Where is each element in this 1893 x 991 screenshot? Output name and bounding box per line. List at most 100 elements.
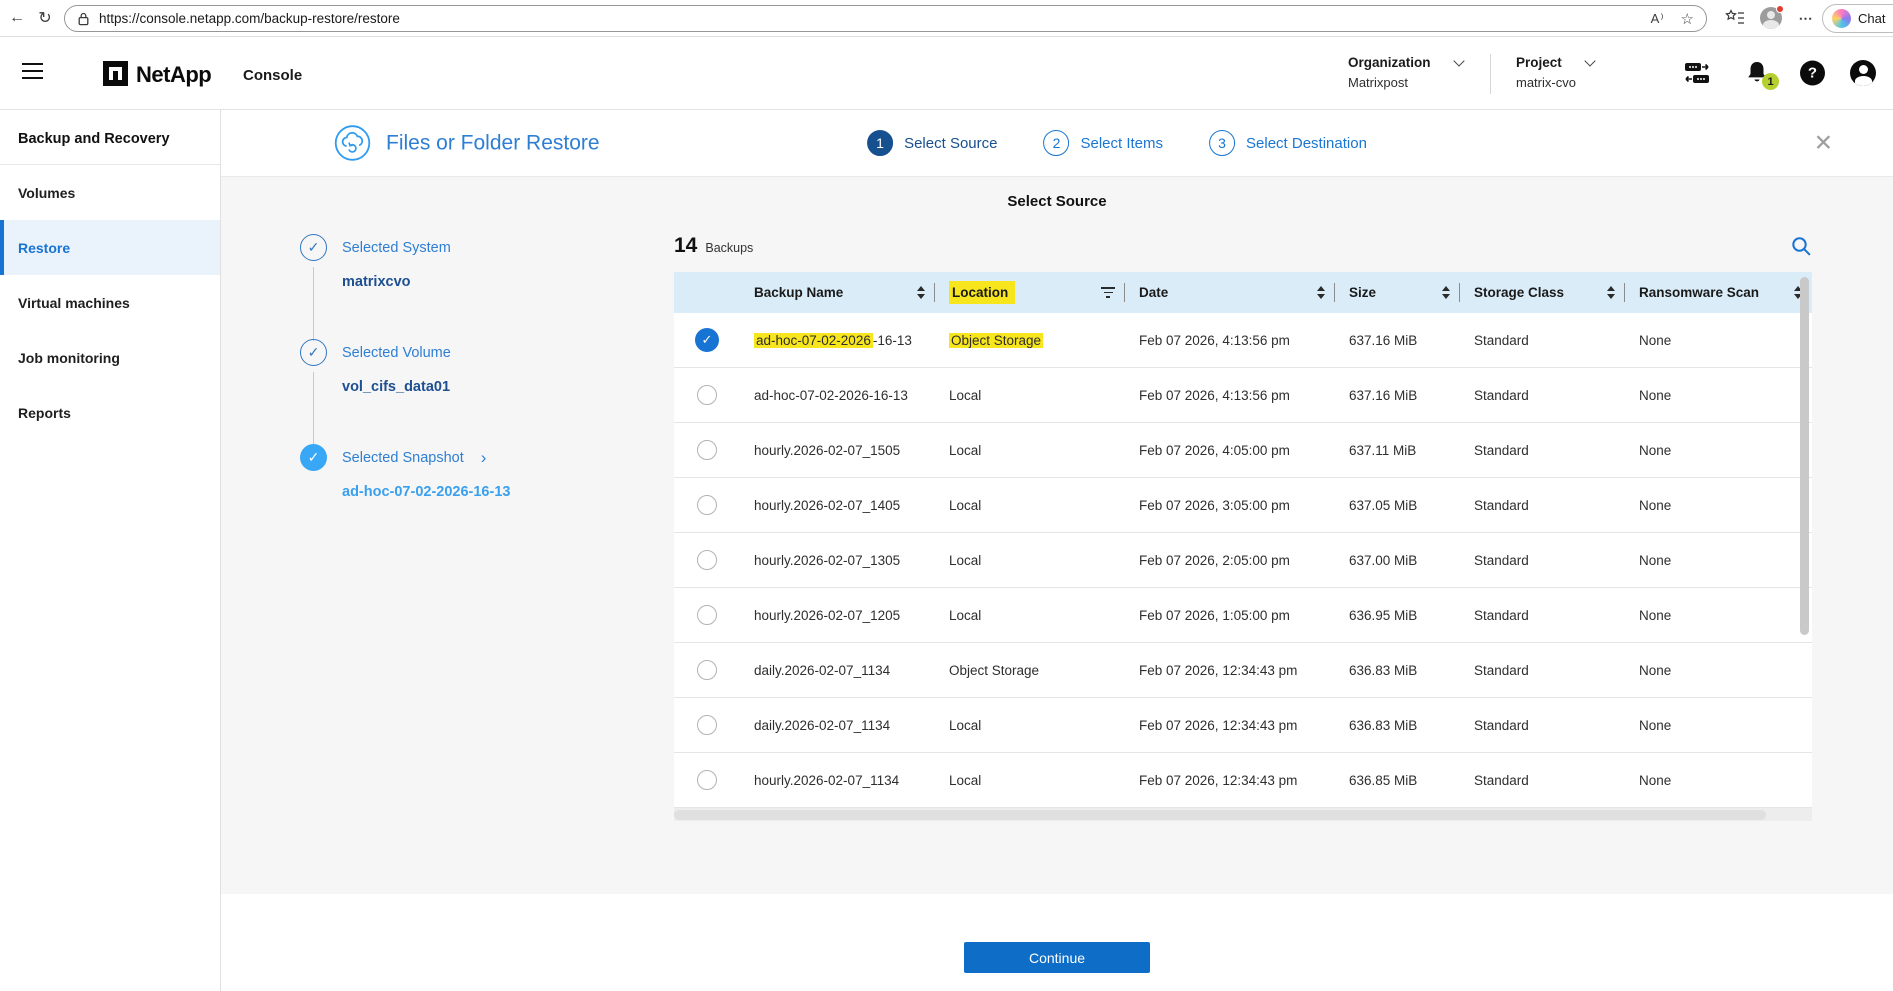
hamburger-menu-icon[interactable] xyxy=(22,63,43,84)
favorites-hub-icon[interactable] xyxy=(1722,0,1748,36)
radio-unselected-icon[interactable] xyxy=(697,715,717,735)
section-title: Select Source xyxy=(221,177,1893,210)
address-bar[interactable]: https://console.netapp.com/backup-restor… xyxy=(64,5,1707,32)
cell-backup-name: hourly.2026-02-07_1305 xyxy=(740,553,935,568)
chevron-down-icon[interactable] xyxy=(1584,55,1595,66)
summary-item-selected-volume: ✓Selected Volumevol_cifs_data01 xyxy=(300,339,674,395)
cell-backup-name: daily.2026-02-07_1134 xyxy=(740,718,935,733)
cell-select xyxy=(674,715,740,735)
sidebar-item-volumes[interactable]: Volumes xyxy=(0,165,220,220)
sidebar-item-virtual-machines[interactable]: Virtual machines xyxy=(0,275,220,330)
browser-menu-icon[interactable]: ⋯ xyxy=(1792,0,1820,36)
project-value: matrix-cvo xyxy=(1516,75,1594,90)
backups-header: 14 Backups xyxy=(674,234,1812,258)
check-circle-icon: ✓ xyxy=(300,444,327,471)
organization-selector[interactable]: Organization Matrixpost xyxy=(1348,55,1463,90)
radio-unselected-icon[interactable] xyxy=(697,440,717,460)
column-header-location[interactable]: Location xyxy=(935,272,1125,313)
table-row[interactable]: ad-hoc-07-02-2026-16-13LocalFeb 07 2026,… xyxy=(674,368,1812,423)
column-label: Date xyxy=(1139,285,1168,300)
sort-icon[interactable] xyxy=(917,286,925,299)
table-row[interactable]: hourly.2026-02-07_1405LocalFeb 07 2026, … xyxy=(674,478,1812,533)
wizard-step-select-items[interactable]: 2Select Items xyxy=(1043,130,1163,156)
continue-button[interactable]: Continue xyxy=(964,942,1150,973)
read-aloud-icon[interactable]: A⁾ xyxy=(1651,11,1665,27)
browser-back-icon[interactable]: ← xyxy=(2,0,32,36)
column-header-date[interactable]: Date xyxy=(1125,272,1335,313)
wizard-step-select-destination[interactable]: 3Select Destination xyxy=(1209,130,1367,156)
cell-backup-name: hourly.2026-02-07_1405 xyxy=(740,498,935,513)
cell-storage-class: Standard xyxy=(1460,388,1625,403)
column-header-size[interactable]: Size xyxy=(1335,272,1460,313)
browser-profile-avatar[interactable] xyxy=(1757,0,1785,36)
radio-unselected-icon[interactable] xyxy=(697,550,717,570)
cell-location: Local xyxy=(935,443,1125,458)
cell-size: 637.16 MiB xyxy=(1335,333,1460,348)
sidebar: Backup and Recovery VolumesRestoreVirtua… xyxy=(0,110,221,991)
help-icon[interactable]: ? xyxy=(1800,61,1825,86)
cell-ransomware-scan: None xyxy=(1625,773,1812,788)
summary-value: ad-hoc-07-02-2026-16-13 xyxy=(342,484,674,500)
radio-selected-icon[interactable]: ✓ xyxy=(695,328,719,352)
cell-location: Object Storage xyxy=(935,333,1125,348)
search-icon[interactable] xyxy=(1790,235,1812,257)
cell-backup-name: hourly.2026-02-07_1505 xyxy=(740,443,935,458)
organization-label: Organization xyxy=(1348,55,1431,70)
copilot-button[interactable]: Chat xyxy=(1822,4,1893,33)
favorite-star-icon[interactable]: ☆ xyxy=(1681,10,1694,28)
table-row[interactable]: hourly.2026-02-07_1205LocalFeb 07 2026, … xyxy=(674,588,1812,643)
cell-select xyxy=(674,770,740,790)
browser-refresh-icon[interactable]: ↻ xyxy=(30,0,60,36)
column-header-ransomware-scan[interactable]: Ransomware Scan xyxy=(1625,272,1812,313)
cloud-restore-icon xyxy=(334,125,371,162)
close-icon[interactable]: ✕ xyxy=(1814,130,1833,157)
sidebar-item-job-monitoring[interactable]: Job monitoring xyxy=(0,330,220,385)
cell-select xyxy=(674,550,740,570)
lock-icon xyxy=(77,12,90,26)
summary-item-selected-snapshot: ✓ Selected Snapshot › ad-hoc-07-02-2026-16-… xyxy=(300,444,674,500)
wizard-steps: 1Select Source 2Select Items 3Select Desti… xyxy=(867,130,1367,156)
cell-storage-class: Standard xyxy=(1460,663,1625,678)
radio-unselected-icon[interactable] xyxy=(697,385,717,405)
account-icon[interactable] xyxy=(1850,60,1876,86)
chevron-down-icon[interactable] xyxy=(1453,55,1464,66)
sort-icon[interactable] xyxy=(1442,286,1450,299)
table-header-row: Backup NameLocation Date SizeStorage Class… xyxy=(674,272,1812,313)
table-row[interactable]: daily.2026-02-07_1134LocalFeb 07 2026, 1… xyxy=(674,698,1812,753)
table-row[interactable]: hourly.2026-02-07_1305LocalFeb 07 2026, … xyxy=(674,533,1812,588)
summary-label[interactable]: Selected Snapshot xyxy=(342,450,464,466)
project-selector[interactable]: Project matrix-cvo xyxy=(1516,55,1594,90)
radio-unselected-icon[interactable] xyxy=(697,605,717,625)
table-row[interactable]: daily.2026-02-07_1134Object StorageFeb 0… xyxy=(674,643,1812,698)
table-row[interactable]: ✓ad-hoc-07-02-2026-16-13Object StorageFe… xyxy=(674,313,1812,368)
table-row[interactable]: hourly.2026-02-07_1505LocalFeb 07 2026, … xyxy=(674,423,1812,478)
column-header-backup-name[interactable]: Backup Name xyxy=(740,272,935,313)
sidebar-title: Backup and Recovery xyxy=(0,110,220,165)
table-horizontal-scrollbar[interactable] xyxy=(674,808,1812,821)
filter-icon[interactable] xyxy=(1101,287,1115,298)
cell-storage-class: Standard xyxy=(1460,498,1625,513)
radio-unselected-icon[interactable] xyxy=(697,495,717,515)
radio-unselected-icon[interactable] xyxy=(697,770,717,790)
chevron-right-icon: › xyxy=(481,448,487,468)
table-row[interactable]: hourly.2026-02-07_1134LocalFeb 07 2026, … xyxy=(674,753,1812,808)
radio-unselected-icon[interactable] xyxy=(697,660,717,680)
connector-line xyxy=(313,372,314,446)
column-header-storage-class[interactable]: Storage Class xyxy=(1460,272,1625,313)
summary-label: Selected Volume xyxy=(342,345,451,361)
header-divider xyxy=(1490,54,1491,94)
wizard-step-select-source[interactable]: 1Select Source xyxy=(867,130,997,156)
sidebar-item-restore[interactable]: Restore xyxy=(0,220,220,275)
notifications-bell-icon[interactable]: 1 xyxy=(1745,60,1769,86)
check-circle-icon: ✓ xyxy=(300,234,327,261)
sort-icon[interactable] xyxy=(1607,286,1615,299)
sidebar-item-reports[interactable]: Reports xyxy=(0,385,220,440)
cell-select: ✓ xyxy=(674,328,740,352)
sort-icon[interactable] xyxy=(1317,286,1325,299)
column-header-select xyxy=(674,272,740,313)
table-vertical-scrollbar[interactable] xyxy=(1800,277,1809,635)
data-transfer-icon[interactable] xyxy=(1682,61,1712,85)
wizard-title: Files or Folder Restore xyxy=(386,131,600,155)
cell-location: Local xyxy=(935,498,1125,513)
horizontal-scroll-thumb[interactable] xyxy=(674,810,1766,820)
